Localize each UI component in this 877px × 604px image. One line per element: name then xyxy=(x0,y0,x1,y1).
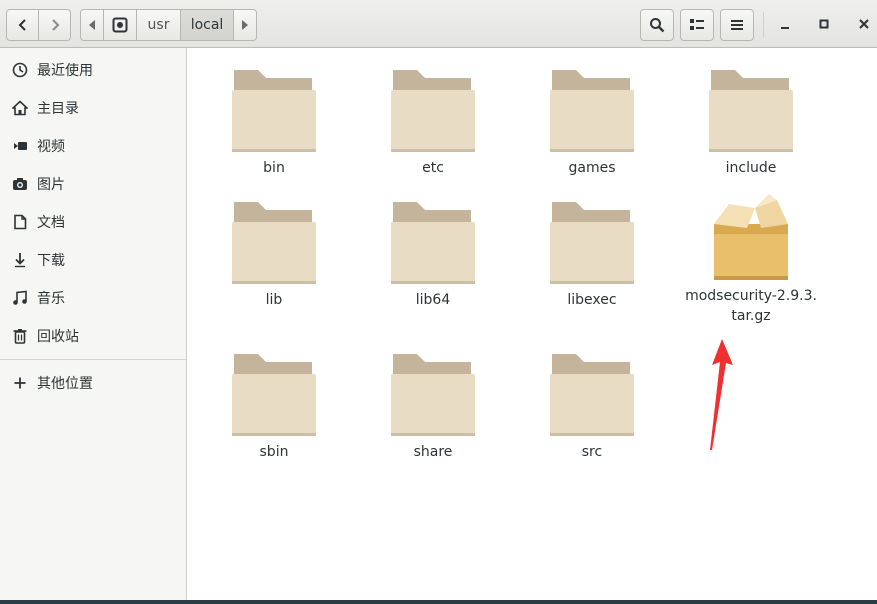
folder-icon xyxy=(232,352,316,436)
folder-icon xyxy=(232,68,316,152)
path-segment-local[interactable]: local xyxy=(180,9,234,41)
view-toggle-button[interactable] xyxy=(680,9,714,41)
triangle-left-icon xyxy=(89,20,95,30)
music-icon xyxy=(12,290,28,306)
file-name: games xyxy=(568,160,616,176)
file-name: lib64 xyxy=(415,292,451,308)
document-icon xyxy=(12,214,28,230)
folder-icon xyxy=(232,200,316,284)
folder-icon xyxy=(550,68,634,152)
sidebar-item-label: 最近使用 xyxy=(37,63,93,79)
sidebar-item-label: 回收站 xyxy=(37,329,79,345)
triangle-right-icon xyxy=(242,20,248,30)
folder-icon xyxy=(391,352,475,436)
close-button[interactable] xyxy=(854,14,874,34)
back-button[interactable] xyxy=(6,9,39,41)
sidebar-item-music[interactable]: 音乐 xyxy=(0,280,186,316)
sidebar-item-label: 图片 xyxy=(37,177,65,193)
hamburger-icon xyxy=(731,20,743,30)
search-icon xyxy=(650,18,665,33)
path-segment-usr[interactable]: usr xyxy=(136,9,181,41)
chevron-left-icon xyxy=(18,19,26,31)
folder-icon xyxy=(391,200,475,284)
file-view: bin etc games include lib lib64 libexec … xyxy=(188,49,877,604)
file-name: modsecurity-2.9.3. tar.gz xyxy=(685,288,817,324)
nav-buttons xyxy=(6,9,72,41)
sidebar-item-home[interactable]: 主目录 xyxy=(0,90,186,126)
forward-button[interactable] xyxy=(38,9,71,41)
sidebar-item-documents[interactable]: 文档 xyxy=(0,204,186,240)
sidebar-item-label: 音乐 xyxy=(37,291,65,307)
file-name: src xyxy=(581,444,603,460)
plus-icon xyxy=(12,375,28,391)
file-name: sbin xyxy=(259,444,289,460)
path-scroll-left-button[interactable] xyxy=(80,9,104,41)
search-button[interactable] xyxy=(640,9,674,41)
sidebar-item-recent[interactable]: 最近使用 xyxy=(0,52,186,88)
sidebar-item-label: 其他位置 xyxy=(37,376,93,392)
folder-item[interactable]: sbin xyxy=(204,352,344,462)
folder-item[interactable]: include xyxy=(681,68,821,178)
chevron-right-icon xyxy=(51,19,59,31)
home-icon xyxy=(12,100,28,116)
path-bar: usr local xyxy=(80,9,257,41)
taskbar-edge xyxy=(0,600,877,604)
download-icon xyxy=(12,252,28,268)
package-icon xyxy=(709,194,793,284)
header-bar: usr local xyxy=(0,0,877,48)
sidebar-item-other-locations[interactable]: 其他位置 xyxy=(0,365,186,401)
file-name: etc xyxy=(422,160,444,176)
close-icon xyxy=(859,19,869,29)
maximize-icon xyxy=(819,19,829,29)
menu-button[interactable] xyxy=(720,9,754,41)
folder-item[interactable]: etc xyxy=(363,68,503,178)
folder-item[interactable]: lib xyxy=(204,200,344,310)
header-divider xyxy=(763,12,764,38)
sidebar-item-pictures[interactable]: 图片 xyxy=(0,166,186,202)
clock-icon xyxy=(12,62,28,78)
camera-icon xyxy=(12,176,28,192)
path-root-button[interactable] xyxy=(103,9,137,41)
trash-icon xyxy=(12,328,28,344)
drive-icon xyxy=(112,17,128,33)
minimize-button[interactable] xyxy=(775,14,795,34)
folder-item[interactable]: libexec xyxy=(522,200,662,310)
minimize-icon xyxy=(781,27,789,29)
folder-icon xyxy=(550,352,634,436)
sidebar-item-downloads[interactable]: 下载 xyxy=(0,242,186,278)
folder-item[interactable]: share xyxy=(363,352,503,462)
archive-item[interactable]: modsecurity-2.9.3. tar.gz xyxy=(681,194,821,326)
list-view-icon xyxy=(690,19,704,30)
folder-item[interactable]: lib64 xyxy=(363,200,503,310)
folder-item[interactable]: src xyxy=(522,352,662,462)
video-icon xyxy=(12,138,28,154)
file-name: include xyxy=(725,160,777,176)
folder-icon xyxy=(709,68,793,152)
sidebar-item-label: 视频 xyxy=(37,139,65,155)
file-name: share xyxy=(413,444,453,460)
sidebar-item-label: 主目录 xyxy=(37,101,79,117)
path-scroll-right-button[interactable] xyxy=(233,9,257,41)
sidebar-item-trash[interactable]: 回收站 xyxy=(0,318,186,354)
sidebar-item-videos[interactable]: 视频 xyxy=(0,128,186,164)
folder-icon xyxy=(391,68,475,152)
file-name: libexec xyxy=(567,292,617,308)
annotation-arrow xyxy=(710,339,733,450)
sidebar-item-label: 文档 xyxy=(37,215,65,231)
maximize-button[interactable] xyxy=(814,14,834,34)
folder-icon xyxy=(550,200,634,284)
folder-item[interactable]: bin xyxy=(204,68,344,178)
sidebar-separator xyxy=(0,359,186,360)
sidebar-item-label: 下载 xyxy=(37,253,65,269)
file-name: lib xyxy=(265,292,283,308)
folder-item[interactable]: games xyxy=(522,68,662,178)
sidebar: 最近使用 主目录 视频 图片 文档 下载 音乐 回收站 其他位置 xyxy=(0,48,187,604)
file-name: bin xyxy=(263,160,285,176)
